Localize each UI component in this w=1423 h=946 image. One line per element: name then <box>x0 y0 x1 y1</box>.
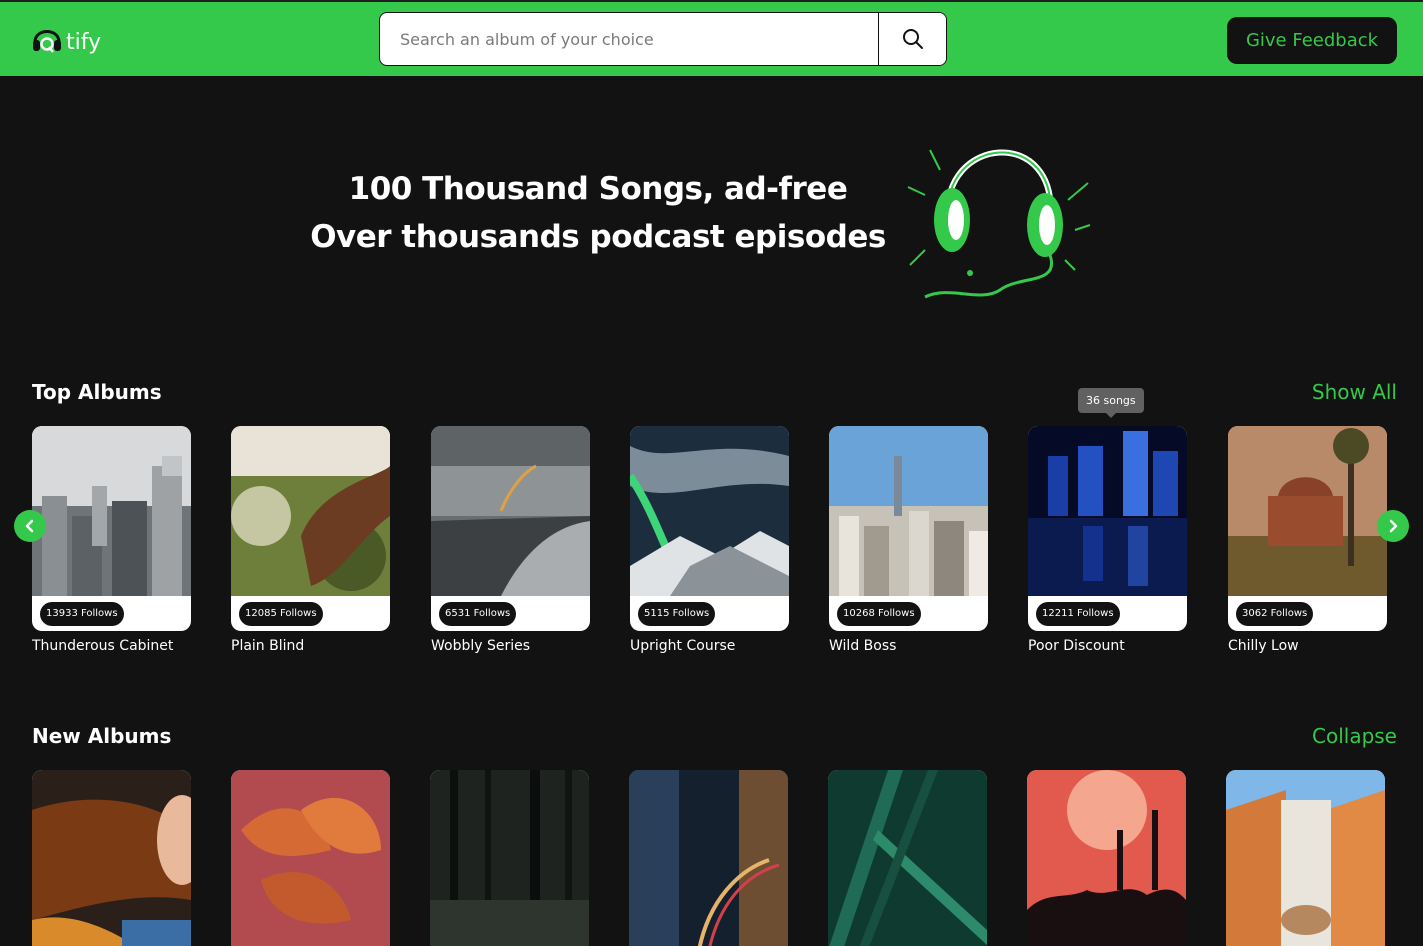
search-icon <box>902 29 923 49</box>
album-card-frame: 10268 Follows <box>829 426 988 631</box>
album-cover <box>430 770 589 946</box>
album-card[interactable] <box>430 770 589 946</box>
album-name: Chilly Low <box>1228 638 1299 654</box>
navbar: tify Give Feedback <box>0 0 1423 76</box>
chevron-left-icon <box>25 519 34 533</box>
album-name: Plain Blind <box>231 638 305 654</box>
album-card[interactable] <box>629 770 788 946</box>
album-name: Upright Course <box>630 638 736 654</box>
album-card[interactable] <box>828 770 987 946</box>
album-name: Wild Boss <box>829 638 897 654</box>
album-cover <box>1028 426 1187 596</box>
album-card[interactable] <box>32 770 191 946</box>
logo[interactable]: tify <box>31 22 111 62</box>
hero-headline: 100 Thousand Songs, ad-free Over thousan… <box>298 165 898 261</box>
follows-badge: 13933 Follows <box>40 602 124 626</box>
album-cover <box>32 770 191 946</box>
top-albums-title: Top Albums <box>32 380 162 404</box>
album-cover <box>1228 426 1387 596</box>
songs-tooltip: 36 songs <box>1078 388 1144 418</box>
album-card[interactable]: 5115 Follows Upright Course <box>630 426 789 654</box>
headphones-illustration <box>907 149 1091 299</box>
follows-badge: 10268 Follows <box>837 602 921 626</box>
hero-line-1: 100 Thousand Songs, ad-free <box>348 171 848 207</box>
collapse-link[interactable]: Collapse <box>1312 724 1397 748</box>
album-cover <box>828 770 987 946</box>
follows-badge: 12085 Follows <box>239 602 323 626</box>
album-card[interactable]: 13933 Follows Thunderous Cabinet <box>32 426 191 654</box>
album-card[interactable] <box>231 770 390 946</box>
album-cover <box>431 426 590 596</box>
album-card-frame: 6531 Follows <box>431 426 590 631</box>
album-card-frame: 13933 Follows <box>32 426 191 631</box>
album-card[interactable]: 12211 Follows Poor Discount <box>1028 426 1187 654</box>
album-cover <box>629 770 788 946</box>
album-card-frame: 5115 Follows <box>630 426 789 631</box>
logo-text: tify <box>66 30 102 55</box>
album-cover <box>1027 770 1186 946</box>
album-name: Thunderous Cabinet <box>32 638 174 654</box>
album-card[interactable]: 12085 Follows Plain Blind <box>231 426 390 654</box>
album-card[interactable] <box>1226 770 1385 946</box>
follows-badge: 3062 Follows <box>1236 602 1314 626</box>
search-button[interactable] <box>878 13 946 65</box>
chevron-right-icon <box>1389 519 1398 533</box>
album-card-frame: 12085 Follows <box>231 426 390 631</box>
hero-line-2: Over thousands podcast episodes <box>310 219 886 255</box>
give-feedback-button[interactable]: Give Feedback <box>1227 17 1397 64</box>
album-name: Poor Discount <box>1028 638 1125 654</box>
album-name: Wobbly Series <box>431 638 531 654</box>
carousel-prev-button[interactable] <box>14 510 46 542</box>
album-card-frame: 3062 Follows <box>1228 426 1387 631</box>
follows-badge: 5115 Follows <box>638 602 716 626</box>
album-card[interactable]: 10268 Follows Wild Boss <box>829 426 988 654</box>
album-card[interactable] <box>1027 770 1186 946</box>
album-cover <box>630 426 789 596</box>
show-all-link[interactable]: Show All <box>1312 380 1397 404</box>
album-cover <box>231 426 390 596</box>
search-bar <box>379 12 947 66</box>
follows-badge: 12211 Follows <box>1036 602 1120 626</box>
search-input[interactable] <box>380 13 878 65</box>
album-cover <box>231 770 390 946</box>
album-card-frame: 12211 Follows <box>1028 426 1187 631</box>
album-cover <box>1226 770 1385 946</box>
album-card[interactable]: 6531 Follows Wobbly Series <box>431 426 590 654</box>
follows-badge: 6531 Follows <box>439 602 517 626</box>
headphones-icon <box>33 30 61 53</box>
album-cover <box>829 426 988 596</box>
album-cover <box>32 426 191 596</box>
new-albums-title: New Albums <box>32 724 172 748</box>
album-card[interactable]: 3062 Follows Chilly Low <box>1228 426 1387 654</box>
carousel-next-button[interactable] <box>1377 510 1409 542</box>
